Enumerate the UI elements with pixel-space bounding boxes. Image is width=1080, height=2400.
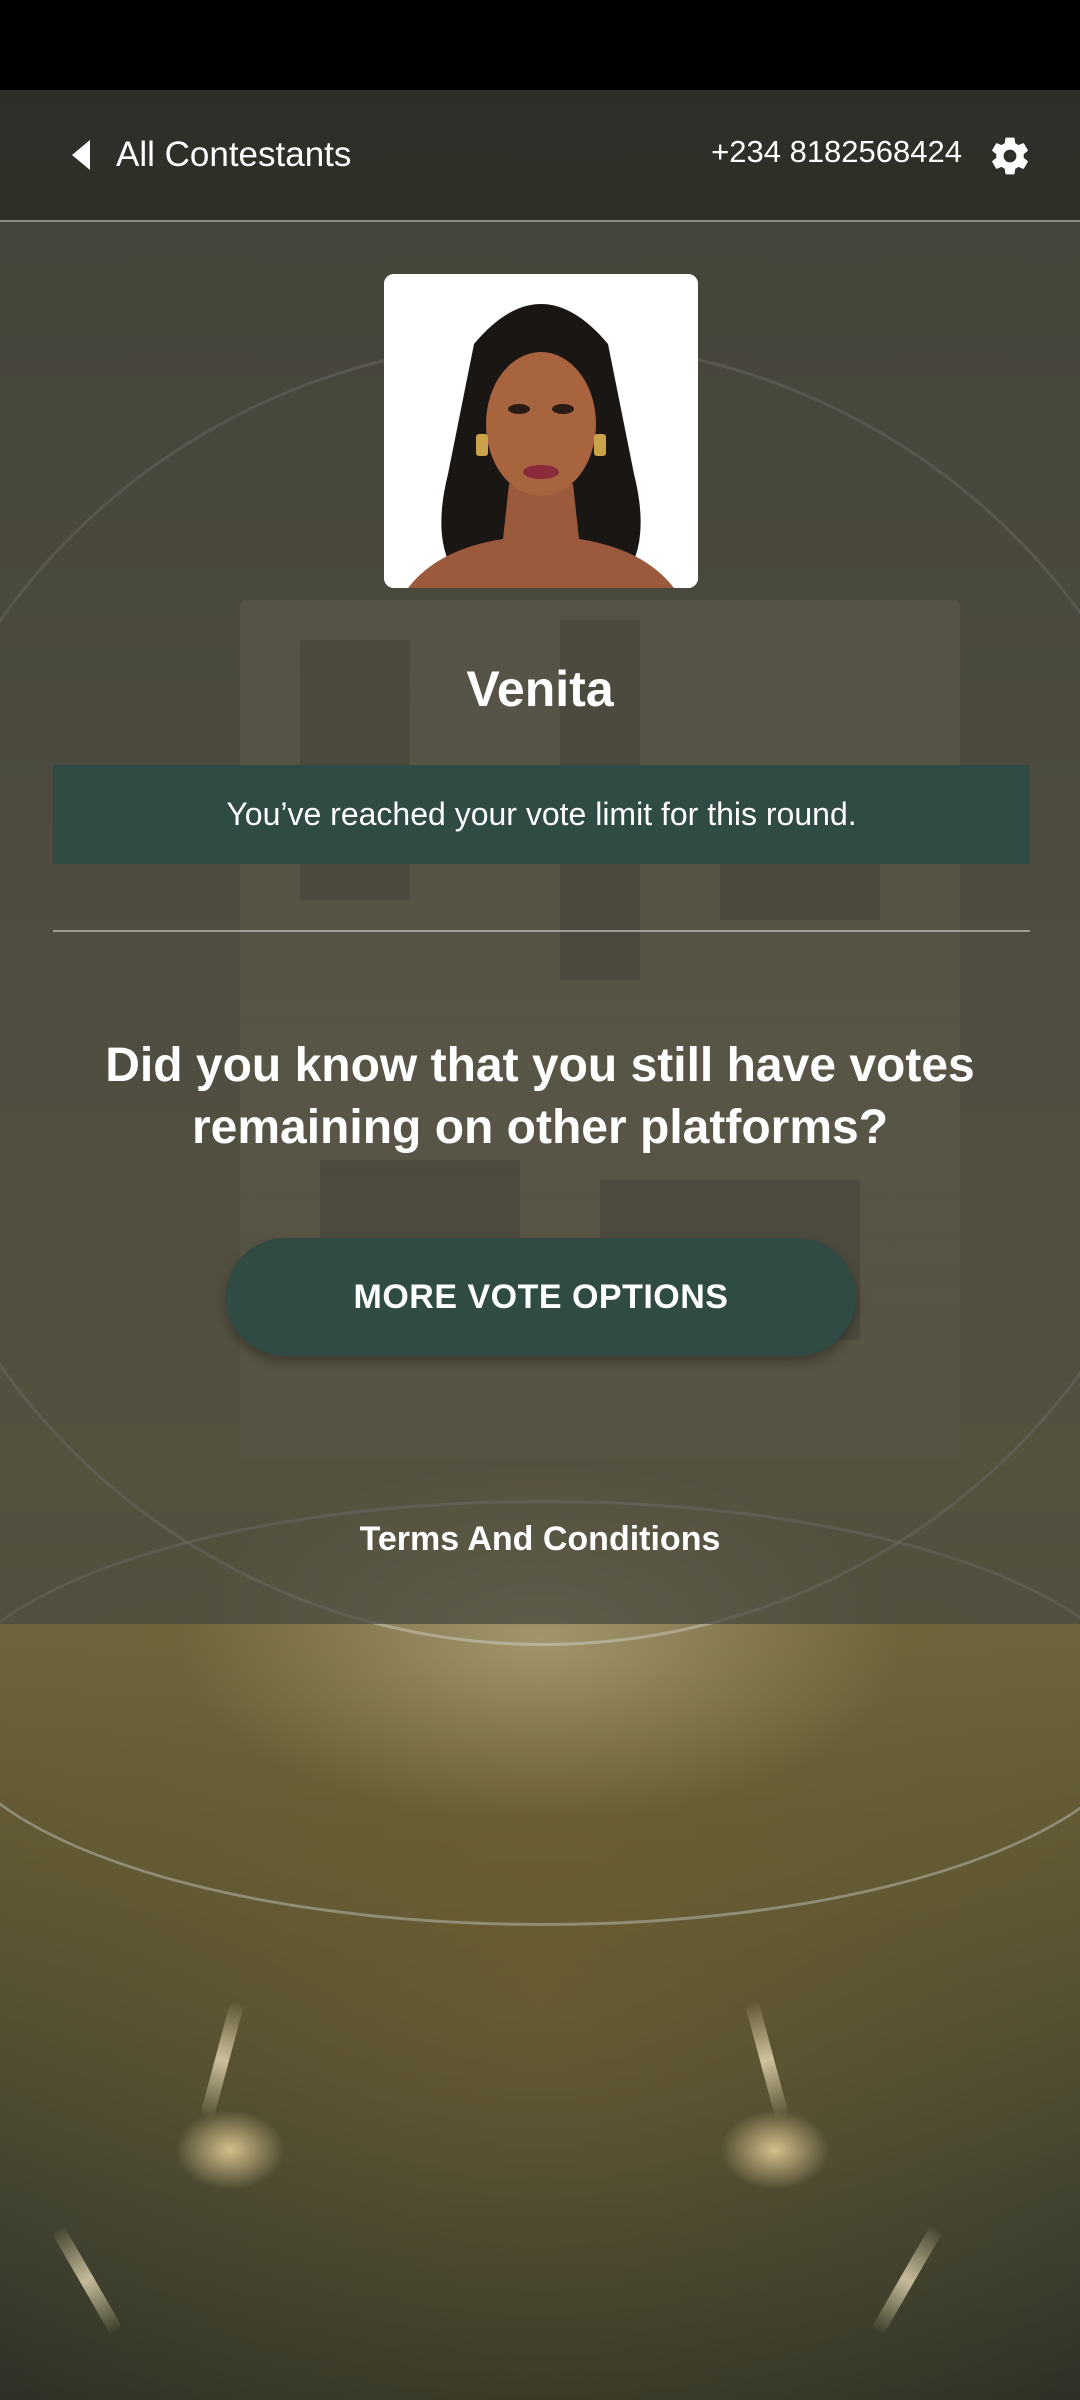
light-stroke-decoration bbox=[744, 2000, 790, 2120]
divider bbox=[53, 930, 1030, 932]
caret-left-icon bbox=[72, 140, 90, 170]
contestant-name: Venita bbox=[466, 661, 614, 717]
light-stroke-decoration bbox=[50, 2224, 124, 2336]
status-bar bbox=[0, 0, 1080, 90]
lamp-glow-decoration bbox=[175, 2110, 285, 2190]
light-stroke-decoration bbox=[199, 2000, 245, 2120]
screen: All Contestants +234 8182568424 Venita Y… bbox=[0, 0, 1080, 2400]
other-platforms-question: Did you know that you still have votes r… bbox=[105, 1039, 975, 1154]
lamp-glow-decoration bbox=[720, 2110, 830, 2190]
terms-and-conditions-link[interactable]: Terms And Conditions bbox=[0, 1520, 1080, 1559]
gear-icon[interactable] bbox=[988, 134, 1032, 178]
vote-limit-notice: You’ve reached your vote limit for this … bbox=[53, 765, 1030, 864]
light-stroke-decoration bbox=[870, 2224, 944, 2336]
contestant-photo bbox=[384, 274, 698, 588]
back-label: All Contestants bbox=[116, 135, 352, 174]
vote-limit-text: You’ve reached your vote limit for this … bbox=[226, 796, 857, 832]
phone-number: +234 8182568424 bbox=[711, 134, 962, 169]
more-vote-options-button[interactable]: MORE VOTE OPTIONS bbox=[226, 1238, 856, 1356]
back-to-contestants-button[interactable]: All Contestants bbox=[72, 130, 351, 180]
more-vote-options-label: MORE VOTE OPTIONS bbox=[353, 1277, 729, 1316]
contestant-portrait bbox=[384, 274, 698, 588]
